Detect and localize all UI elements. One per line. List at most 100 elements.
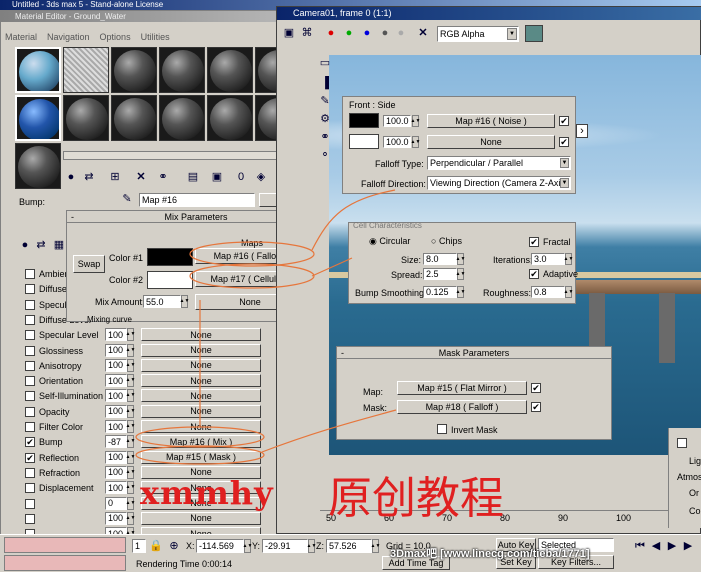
go-to-start-icon[interactable]: ⏮ <box>632 538 648 554</box>
map-row-checkbox[interactable] <box>25 406 35 417</box>
map-row-amount[interactable]: 100 <box>105 358 127 372</box>
map-row-amount[interactable]: 0 <box>105 496 127 510</box>
map-row-amount[interactable]: 100 <box>105 511 127 525</box>
roughness-spinner[interactable]: ▲▼ <box>564 286 573 298</box>
map-row-amount[interactable]: 100 <box>105 343 127 357</box>
side-amount-field[interactable]: 100.0 <box>383 136 411 148</box>
z-coordinate[interactable]: 57.526 <box>326 539 372 553</box>
falloff-direction-select[interactable]: Viewing Direction (Camera Z-Axis) ▼ <box>427 176 571 190</box>
map-row-map-button[interactable]: None <box>141 420 261 433</box>
absolute-mode-icon[interactable]: ⊕ <box>166 538 182 554</box>
get-material-icon[interactable]: ● <box>63 169 79 185</box>
map-row-checkbox[interactable] <box>25 422 35 432</box>
map-row-amount-spinner[interactable]: ▲▼ <box>126 465 135 479</box>
mask-map-checkbox[interactable]: ✔ <box>531 383 541 393</box>
delete-icon[interactable]: ✕ <box>133 169 149 185</box>
map-row-checkbox[interactable] <box>25 376 35 387</box>
map-row-map-button[interactable]: None <box>141 343 261 357</box>
map-row-amount[interactable]: 100 <box>105 389 127 403</box>
red-channel-icon[interactable]: ● <box>323 25 339 41</box>
alpha-channel-icon[interactable]: ● <box>377 25 393 41</box>
color2-swatch[interactable] <box>147 271 193 289</box>
material-id-icon[interactable]: ▤ <box>185 169 201 185</box>
show-map-icon[interactable]: ▣ <box>209 169 225 185</box>
roughness-field[interactable]: 0.8 <box>531 286 565 298</box>
save-image-icon[interactable]: ▣ <box>281 25 297 41</box>
map-row-amount-spinner[interactable]: ▲▼ <box>126 389 135 403</box>
size-spinner[interactable]: ▲▼ <box>456 253 465 265</box>
map-row-amount-spinner[interactable]: ▲▼ <box>126 450 135 464</box>
sample-slot[interactable] <box>15 143 61 189</box>
map-row-map-button[interactable]: None <box>141 389 261 403</box>
mix-amount-spinner[interactable]: ▲▼ <box>180 295 189 308</box>
sample-slot-water-sky[interactable] <box>15 47 61 93</box>
green-channel-icon[interactable]: ● <box>341 25 357 41</box>
channel-select[interactable]: RGB Alpha ▼ <box>437 26 519 42</box>
map-row-map-button[interactable]: None <box>141 511 261 525</box>
sample-slot[interactable] <box>159 47 205 93</box>
map-row-checkbox[interactable]: ✔ <box>25 437 35 448</box>
front-amount-field[interactable]: 100.0 <box>383 115 411 127</box>
sample-scrollbar[interactable] <box>63 151 303 160</box>
map-row-amount[interactable]: -87 <box>105 435 127 449</box>
front-map-checkbox[interactable]: ✔ <box>559 116 569 126</box>
bump-smoothing-field[interactable]: 0.125 <box>423 286 457 298</box>
y-spinner[interactable]: ▲▼ <box>307 539 316 553</box>
sample-slot[interactable] <box>159 95 205 141</box>
side-map-checkbox[interactable]: ✔ <box>559 137 569 147</box>
map-row-checkbox[interactable] <box>25 345 35 356</box>
spread-field[interactable]: 2.5 <box>423 268 457 280</box>
map-row-amount[interactable]: 100 <box>105 328 127 342</box>
map-row-amount-spinner[interactable]: ▲▼ <box>126 374 135 388</box>
map-row-checkbox[interactable]: ✔ <box>25 452 35 463</box>
tool-icon[interactable]: ▐ <box>317 75 333 91</box>
iterations-spinner[interactable]: ▲▼ <box>564 253 573 265</box>
clear-icon[interactable]: ✕ <box>415 25 431 41</box>
map-row-amount-spinner[interactable]: ▲▼ <box>126 404 135 418</box>
sample-slot[interactable] <box>63 95 109 141</box>
mask-mask-button[interactable]: Map #18 ( Falloff ) <box>397 400 527 414</box>
show-end-result-icon[interactable]: ◈ <box>253 169 269 185</box>
previous-frame-icon[interactable]: ◀ <box>648 538 664 554</box>
invert-mask-checkbox[interactable] <box>437 424 447 434</box>
put-to-scene-icon[interactable]: ⇄ <box>81 169 97 185</box>
map-row-checkbox[interactable] <box>25 513 35 524</box>
map-row-checkbox[interactable] <box>25 391 35 402</box>
spread-spinner[interactable]: ▲▼ <box>456 268 465 280</box>
map-row-map-button[interactable]: None <box>141 374 261 388</box>
listener-area[interactable] <box>4 537 126 553</box>
lights-checkbox[interactable] <box>677 438 687 448</box>
map-row-checkbox[interactable] <box>25 299 35 310</box>
backlight-icon[interactable]: ⇄ <box>33 237 49 253</box>
map-row-amount-spinner[interactable]: ▲▼ <box>126 358 135 372</box>
fractal-checkbox[interactable]: ✔ <box>529 237 539 247</box>
mask-map-button[interactable]: Map #15 ( Flat Mirror ) <box>397 381 527 395</box>
lock-icon[interactable]: 🔒 <box>148 538 164 554</box>
mix-amount-field[interactable]: 55.0 <box>143 295 181 308</box>
bump-map-name[interactable]: Map #16 <box>139 193 255 207</box>
map-row-map-button[interactable]: None <box>141 328 261 342</box>
sample-slot[interactable] <box>207 47 253 93</box>
pick-material-icon[interactable]: ✎ <box>119 191 135 207</box>
blue-channel-icon[interactable]: ● <box>359 25 375 41</box>
sample-type-icon[interactable]: ● <box>17 237 33 253</box>
map-row-checkbox[interactable] <box>25 483 35 494</box>
z-spinner[interactable]: ▲▼ <box>371 539 380 553</box>
front-amount-spinner[interactable]: ▲▼ <box>411 115 420 127</box>
circular-radio[interactable]: ◉ Circular <box>369 236 410 247</box>
y-coordinate[interactable]: -29.91 <box>262 539 308 553</box>
size-field[interactable]: 8.0 <box>423 253 457 265</box>
tool-icon[interactable]: ▭ <box>317 55 333 71</box>
mask-mask-checkbox[interactable]: ✔ <box>531 402 541 412</box>
iterations-field[interactable]: 3.0 <box>531 253 565 265</box>
background-icon[interactable]: ▦ <box>51 237 67 253</box>
sample-slot[interactable] <box>207 95 253 141</box>
map-row-map-button[interactable]: Map #16 ( Mix ) <box>141 435 261 449</box>
map-row-amount-spinner[interactable]: ▲▼ <box>126 343 135 357</box>
color1-swatch[interactable] <box>147 248 193 266</box>
sample-slot-noise[interactable] <box>63 47 109 93</box>
sample-slot[interactable] <box>111 95 157 141</box>
menu-options[interactable]: Options <box>100 32 131 44</box>
sample-slot-water-active[interactable] <box>15 95 61 141</box>
adaptive-checkbox[interactable]: ✔ <box>529 269 539 279</box>
